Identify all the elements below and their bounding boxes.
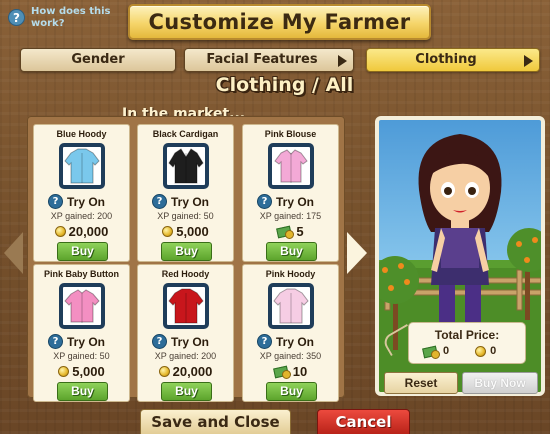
section-title: Clothing / All <box>215 74 354 96</box>
reset-button[interactable]: Reset <box>384 372 458 394</box>
question-icon: ? <box>48 334 63 349</box>
hoody-icon <box>168 288 204 324</box>
item-thumbnail[interactable] <box>268 283 314 329</box>
try-on-link[interactable]: ? Try On <box>48 194 105 209</box>
tab-gender[interactable]: Gender <box>20 48 176 72</box>
item-thumbnail[interactable] <box>59 283 105 329</box>
cardigan-icon <box>168 148 204 184</box>
help-icon[interactable]: ? <box>8 9 25 26</box>
item-price: 20,000 <box>138 364 233 379</box>
tab-clothing-label: Clothing <box>415 52 477 67</box>
item-thumbnail[interactable] <box>268 143 314 189</box>
xp-gained: XP gained: 175 <box>259 211 322 221</box>
page-title: Customize My Farmer <box>128 4 431 40</box>
coin-icon <box>158 366 170 377</box>
chevron-right-icon <box>524 55 533 67</box>
cash-icon <box>423 345 440 359</box>
item-name: Blue Hoody <box>56 129 107 139</box>
help-link[interactable]: How does this work? <box>31 6 111 30</box>
item-price: 10 <box>243 364 338 379</box>
tab-facial-features-label: Facial Features <box>206 52 318 67</box>
hoody-icon <box>64 148 100 184</box>
cancel-button[interactable]: Cancel <box>317 409 410 434</box>
try-on-link[interactable]: ? Try On <box>152 194 209 209</box>
next-page-arrow-icon[interactable] <box>347 232 367 274</box>
total-price-tag: Total Price: 0 0 <box>408 322 526 364</box>
tab-clothing[interactable]: Clothing <box>366 48 540 72</box>
price-value: 20,000 <box>172 364 213 379</box>
buy-button[interactable]: Buy <box>57 382 108 401</box>
question-icon: ? <box>257 194 272 209</box>
total-price-values: 0 0 <box>423 345 497 359</box>
cash-icon <box>274 365 291 379</box>
xp-gained: XP gained: 200 <box>50 211 113 221</box>
previous-page-arrow-icon[interactable] <box>4 232 23 274</box>
try-on-link[interactable]: ? Try On <box>152 334 209 349</box>
blouse-icon <box>274 149 308 183</box>
cash-icon <box>277 225 295 239</box>
question-icon: ? <box>152 194 167 209</box>
item-card: Pink Hoody ? Try On XP gained: 350 10 Bu… <box>242 264 339 402</box>
item-card: Black Cardigan ? Try On XP gained: 50 5,… <box>137 124 234 262</box>
item-name: Pink Baby Button <box>43 269 119 279</box>
buy-button[interactable]: Buy <box>161 382 212 401</box>
hoody-icon <box>273 288 309 324</box>
try-on-link[interactable]: ? Try On <box>48 334 105 349</box>
item-thumbnail[interactable] <box>163 143 209 189</box>
item-name: Pink Blouse <box>264 129 317 139</box>
item-price: 20,000 <box>34 224 129 239</box>
total-cash-value: 0 <box>443 345 450 357</box>
try-on-label: Try On <box>171 194 210 209</box>
item-price: 5 <box>243 224 338 239</box>
item-name: Black Cardigan <box>152 129 219 139</box>
buy-button[interactable]: Buy <box>161 242 212 261</box>
buy-button[interactable]: Buy <box>266 242 317 261</box>
item-card: Pink Baby Button ? Try On XP gained: 50 … <box>33 264 130 402</box>
try-on-label: Try On <box>67 334 106 349</box>
tab-gender-label: Gender <box>71 52 125 67</box>
price-value: 10 <box>292 364 308 379</box>
buy-button[interactable]: Buy <box>57 242 108 261</box>
question-icon: ? <box>48 194 63 209</box>
xp-gained: XP gained: 50 <box>157 211 214 221</box>
item-price: 5,000 <box>34 364 129 379</box>
question-icon: ? <box>152 334 167 349</box>
try-on-label: Try On <box>171 334 210 349</box>
try-on-label: Try On <box>67 194 106 209</box>
item-price: 5,000 <box>138 224 233 239</box>
item-name: Pink Hoody <box>265 269 316 279</box>
tab-facial-features[interactable]: Facial Features <box>184 48 354 72</box>
total-price-label: Total Price: <box>434 328 500 342</box>
shirt-icon <box>64 289 100 323</box>
xp-gained: XP gained: 50 <box>53 351 110 361</box>
buy-now-button[interactable]: Buy Now <box>462 372 538 394</box>
price-value: 20,000 <box>68 224 109 239</box>
item-card: Red Hoody ? Try On XP gained: 200 20,000… <box>137 264 234 402</box>
xp-gained: XP gained: 200 <box>154 351 217 361</box>
xp-gained: XP gained: 350 <box>259 351 322 361</box>
price-value: 5,000 <box>176 224 209 239</box>
item-name: Red Hoody <box>161 269 210 279</box>
chevron-right-icon <box>338 55 347 67</box>
price-value: 5,000 <box>72 364 105 379</box>
buy-button[interactable]: Buy <box>266 382 317 401</box>
try-on-link[interactable]: ? Try On <box>257 334 314 349</box>
try-on-label: Try On <box>276 194 315 209</box>
save-and-close-button[interactable]: Save and Close <box>140 409 291 434</box>
item-card: Blue Hoody ? Try On XP gained: 200 20,00… <box>33 124 130 262</box>
try-on-link[interactable]: ? Try On <box>257 194 314 209</box>
try-on-label: Try On <box>276 334 315 349</box>
item-thumbnail[interactable] <box>163 283 209 329</box>
coin-icon <box>162 226 174 237</box>
total-coins-value: 0 <box>490 345 497 357</box>
item-thumbnail[interactable] <box>59 143 105 189</box>
coin-icon <box>475 346 487 357</box>
coin-icon <box>54 226 66 237</box>
price-value: 5 <box>296 224 304 239</box>
question-icon: ? <box>257 334 272 349</box>
coin-icon <box>58 366 70 377</box>
item-card: Pink Blouse ? Try On XP gained: 175 5 Bu… <box>242 124 339 262</box>
